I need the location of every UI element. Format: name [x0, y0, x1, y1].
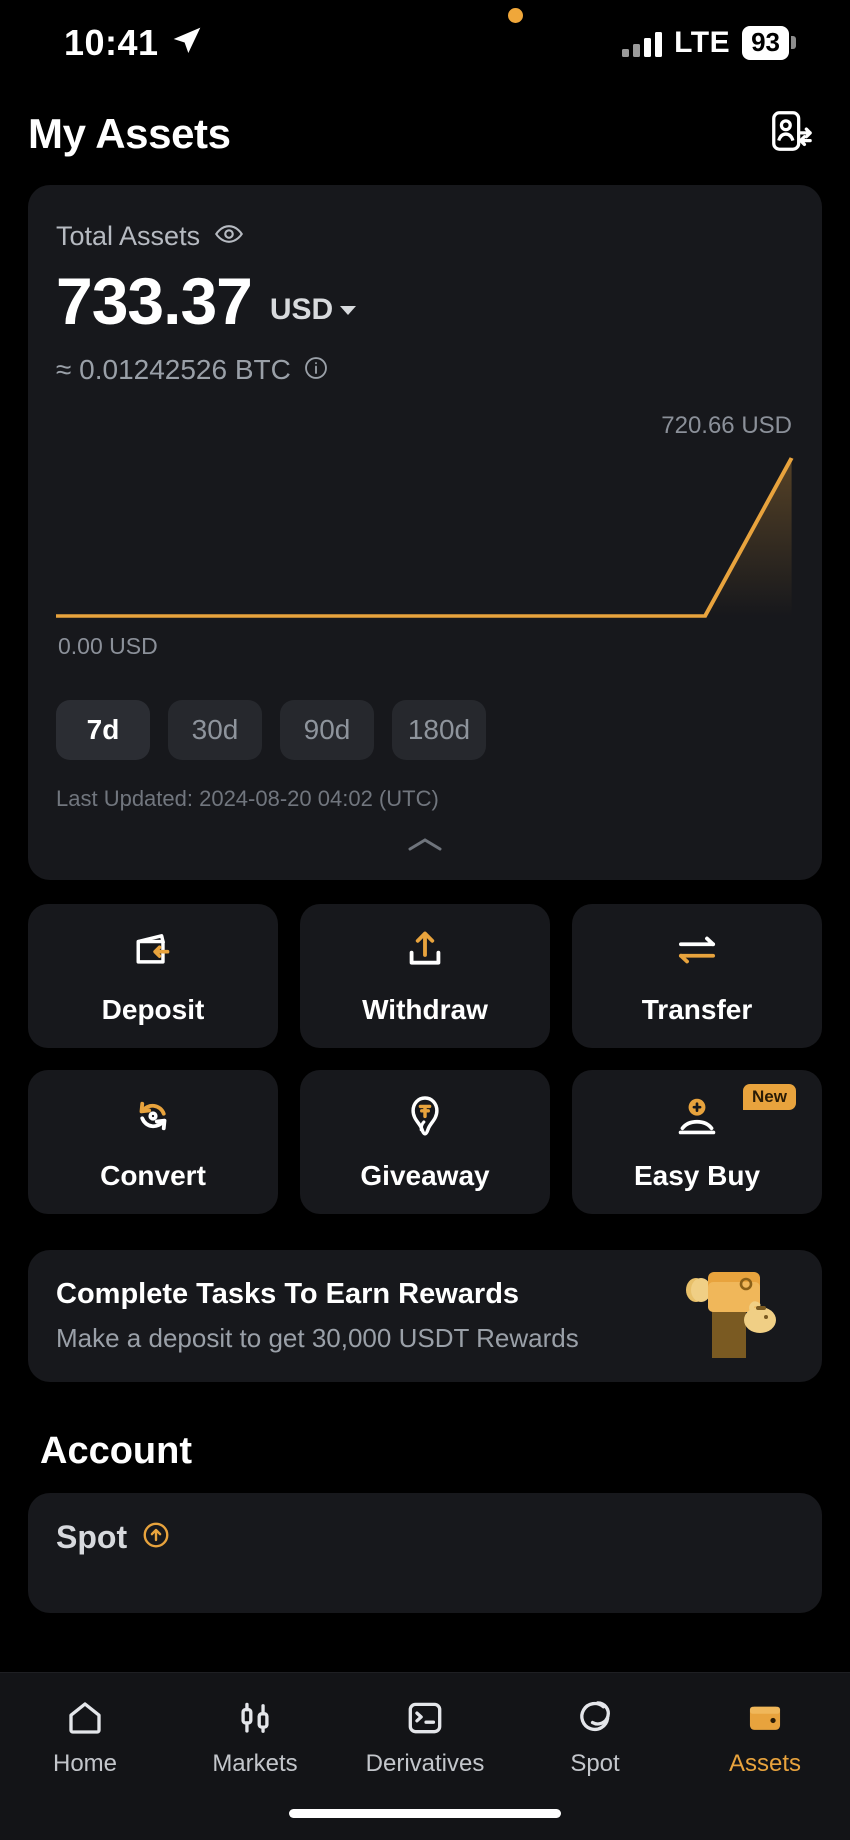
action-giveaway[interactable]: Giveaway: [300, 1070, 550, 1214]
range-chip-90d[interactable]: 90d: [280, 700, 374, 760]
total-assets-label-row: Total Assets: [56, 219, 794, 254]
battery-level: 93: [742, 26, 789, 60]
last-updated-text: Last Updated: 2024-08-20 04:02 (UTC): [56, 786, 439, 811]
chevron-down-icon: [340, 305, 357, 315]
nav-label: Derivatives: [365, 1750, 485, 1777]
total-assets-label: Total Assets: [56, 221, 201, 251]
action-convert[interactable]: Convert: [28, 1070, 278, 1214]
rewards-banner[interactable]: Complete Tasks To Earn Rewards Make a de…: [28, 1250, 822, 1382]
wallet-deposit-icon: [130, 927, 176, 978]
spot-circle-icon: [580, 1701, 610, 1732]
account-list: Spot: [28, 1493, 822, 1613]
nav-label: Home: [52, 1750, 118, 1777]
camera-dot-icon: [508, 8, 523, 23]
range-selector: 7d 30d 90d 180d: [56, 700, 794, 760]
signal-bars-icon: [622, 29, 663, 57]
page-title: My Assets: [28, 109, 231, 157]
network-type: LTE: [674, 26, 731, 59]
quick-actions-grid: Deposit Withdraw Transfer Convert Giveaw…: [28, 904, 822, 1214]
total-amount: 733.37: [56, 264, 253, 338]
contact-transfer-icon[interactable]: [768, 108, 814, 159]
home-indicator: [289, 1809, 561, 1818]
list-doc-icon: [408, 1702, 442, 1734]
status-bar: 10:41 LTE 93: [0, 0, 850, 86]
action-transfer[interactable]: Transfer: [572, 904, 822, 1048]
upload-arrow-icon: [402, 927, 448, 978]
action-label: Withdraw: [362, 993, 488, 1025]
action-label: Giveaway: [360, 1159, 490, 1191]
chart-svg: [56, 457, 794, 618]
nav-item-assets[interactable]: Assets: [680, 1697, 850, 1778]
assets-chart: 720.66 USD 0.00 USD: [56, 404, 794, 659]
home-icon: [69, 1702, 101, 1734]
btc-equivalent: ≈ 0.01242526 BTC: [56, 354, 291, 385]
total-amount-row: 733.37 USD: [56, 268, 794, 334]
nav-item-markets[interactable]: Markets: [170, 1697, 340, 1778]
currency-label: USD: [269, 293, 334, 326]
status-bar-right: LTE 93: [622, 26, 796, 60]
rewards-banner-title: Complete Tasks To Earn Rewards: [56, 1278, 520, 1310]
nav-label: Spot: [570, 1750, 620, 1777]
page-header: My Assets: [0, 86, 850, 185]
range-chip-7d[interactable]: 7d: [56, 700, 150, 760]
total-assets-card: Total Assets 733.37 USD ≈ 0.01242526 BTC…: [28, 185, 822, 880]
transfer-arrows-icon: [674, 927, 720, 978]
btc-equivalent-row: ≈ 0.01242526 BTC: [56, 354, 794, 386]
arrow-up-circle-icon[interactable]: [141, 1520, 171, 1555]
account-name: Spot: [56, 1519, 128, 1555]
action-label: Easy Buy: [633, 1159, 761, 1191]
rewards-banner-text: Complete Tasks To Earn Rewards Make a de…: [56, 1278, 579, 1354]
range-chip-180d[interactable]: 180d: [392, 700, 486, 760]
wallet-coins-piggy-icon: [672, 1254, 792, 1379]
candlestick-icon: [241, 1702, 269, 1733]
collapse-card-button[interactable]: [56, 832, 794, 858]
action-label: Deposit: [101, 993, 205, 1025]
info-icon[interactable]: [303, 355, 329, 386]
bottom-navigation: Home Markets Derivatives Spot Assets: [0, 1672, 850, 1840]
range-chip-30d[interactable]: 30d: [168, 700, 262, 760]
nav-item-spot[interactable]: Spot: [510, 1697, 680, 1778]
nav-item-derivatives[interactable]: Derivatives: [340, 1697, 510, 1778]
location-arrow-icon: [171, 25, 203, 62]
wallet-icon: [749, 1706, 781, 1730]
rewards-banner-subtitle: Make a deposit to get 30,000 USDT Reward…: [56, 1323, 579, 1353]
currency-selector[interactable]: USD: [269, 293, 357, 334]
status-bar-left: 10:41: [64, 22, 203, 64]
new-badge: New: [743, 1084, 796, 1110]
easy-buy-hand-coin-icon: [674, 1093, 720, 1144]
giveaway-hand-icon: [402, 1093, 448, 1144]
status-time: 10:41: [64, 22, 159, 63]
convert-refresh-icon: [130, 1093, 176, 1144]
action-deposit[interactable]: Deposit: [28, 904, 278, 1048]
account-row-spot[interactable]: Spot: [56, 1519, 794, 1556]
eye-icon[interactable]: [214, 219, 244, 254]
action-label: Transfer: [641, 993, 753, 1025]
account-section-title: Account: [40, 1430, 192, 1472]
nav-label: Markets: [212, 1750, 298, 1777]
action-easy-buy[interactable]: New Easy Buy: [572, 1070, 822, 1214]
nav-label: Assets: [728, 1750, 802, 1777]
action-withdraw[interactable]: Withdraw: [300, 904, 550, 1048]
action-label: Convert: [100, 1159, 206, 1191]
nav-item-home[interactable]: Home: [0, 1697, 170, 1778]
battery-icon: 93: [742, 26, 796, 60]
